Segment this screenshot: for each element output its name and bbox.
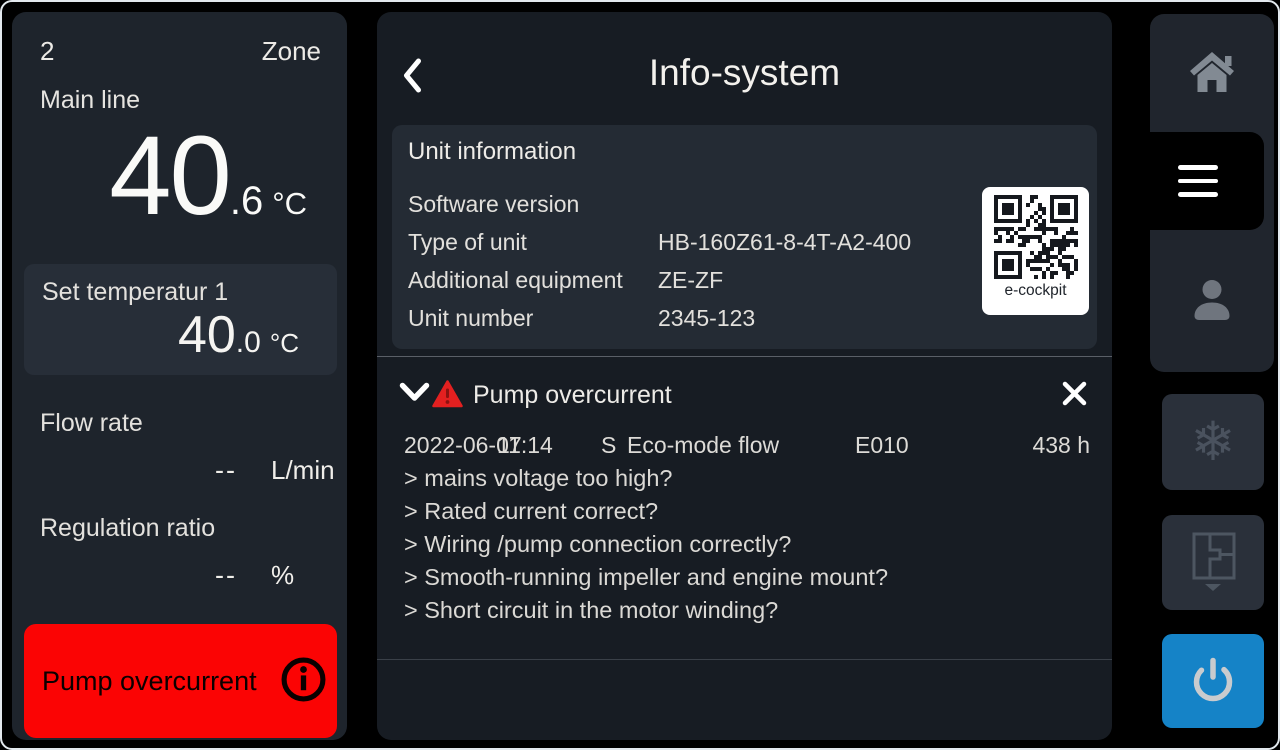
- info-system-panel: Info-system Unit information Software ve…: [377, 12, 1112, 740]
- power-icon: [1189, 656, 1237, 707]
- device-screen: 2 Zone Main line 40 .6 °C Set temperatur…: [0, 0, 1280, 750]
- divider: [377, 659, 1112, 660]
- flow-rate-label: Flow rate: [40, 409, 143, 438]
- line-label: Main line: [40, 86, 140, 115]
- e-cockpit-qr-code[interactable]: e-cockpit: [982, 187, 1089, 315]
- home-icon: [1188, 50, 1236, 97]
- main-temp-integer: 40: [109, 120, 230, 232]
- unit-information-section: Unit information Software version Type o…: [392, 125, 1097, 349]
- main-temp-decimal: .6: [230, 181, 263, 221]
- collapse-alarm-button[interactable]: [397, 380, 432, 408]
- alarm-title: Pump overcurrent: [473, 381, 672, 410]
- qr-caption: e-cockpit: [1004, 282, 1066, 300]
- check-item: > Wiring /pump connection correctly?: [404, 528, 888, 561]
- row-label: Software version: [408, 191, 658, 218]
- row-value: ZE-ZF: [658, 267, 967, 294]
- info-icon: [280, 656, 327, 706]
- pump-overcurrent-alarm-button[interactable]: Pump overcurrent: [24, 624, 337, 738]
- qr-code-icon: [994, 195, 1078, 279]
- set-temperature-label: Set temperatur 1: [42, 278, 299, 307]
- check-item: > Smooth-running impeller and engine mou…: [404, 561, 888, 594]
- check-item: > Short circuit in the motor winding?: [404, 594, 888, 627]
- unit-info-row: Additional equipment ZE-ZF: [408, 261, 967, 299]
- row-label: Type of unit: [408, 229, 658, 256]
- alarm-time: 11:14: [497, 432, 553, 459]
- row-value: 2345-123: [658, 305, 967, 332]
- alarm-meta-row: 2022-06-07 11:14 S Eco-mode flow E010 43…: [377, 432, 1112, 460]
- regulation-ratio-value: --: [32, 560, 237, 591]
- power-button[interactable]: [1162, 634, 1264, 728]
- alarm-detail-header: Pump overcurrent: [377, 374, 1112, 416]
- unit-info-row: Unit number 2345-123: [408, 299, 967, 337]
- check-item: > mains voltage too high?: [404, 462, 888, 495]
- row-label: Unit number: [408, 305, 658, 332]
- mold-button[interactable]: [1162, 515, 1264, 610]
- unit-information-title: Unit information: [408, 138, 576, 166]
- home-button[interactable]: [1150, 16, 1274, 130]
- regulation-ratio-unit: %: [271, 560, 294, 591]
- unit-info-row: Software version: [408, 185, 967, 223]
- user-icon: [1192, 277, 1232, 325]
- flow-rate-row: -- L/min: [32, 455, 347, 486]
- flow-rate-value: --: [32, 455, 237, 486]
- zone-number: 2: [40, 36, 54, 67]
- set-temp-unit: °C: [270, 330, 299, 356]
- zone-header: 2 Zone: [40, 36, 321, 67]
- menu-icon: [1178, 165, 1218, 170]
- divider: [377, 356, 1112, 357]
- alarm-button-label: Pump overcurrent: [42, 666, 257, 697]
- unit-info-row: Type of unit HB-160Z61-8-4T-A2-400: [408, 223, 967, 261]
- snowflake-icon: ❄: [1190, 415, 1235, 469]
- unit-information-rows: Software version Type of unit HB-160Z61-…: [408, 185, 967, 337]
- alarm-operating-hours: 438 h: [1032, 432, 1090, 459]
- main-temperature-value: 40 .6 °C: [109, 120, 307, 232]
- page-title: Info-system: [377, 52, 1112, 94]
- set-temp-decimal: .0: [236, 328, 261, 358]
- row-value: HB-160Z61-8-4T-A2-400: [658, 229, 967, 256]
- regulation-ratio-row: -- %: [32, 560, 347, 591]
- row-label: Additional equipment: [408, 267, 658, 294]
- close-icon: [1061, 395, 1088, 410]
- zone-label: Zone: [262, 36, 321, 67]
- close-alarm-button[interactable]: [1059, 378, 1090, 412]
- main-temp-unit: °C: [272, 188, 307, 219]
- chevron-down-icon: [399, 391, 430, 406]
- warning-triangle-icon: [432, 380, 463, 413]
- menu-button-active[interactable]: [1132, 132, 1264, 230]
- regulation-ratio-label: Regulation ratio: [40, 514, 215, 543]
- mold-icon: [1186, 530, 1240, 595]
- zone-panel: 2 Zone Main line 40 .6 °C Set temperatur…: [12, 12, 347, 740]
- cooling-button[interactable]: ❄: [1162, 394, 1264, 490]
- check-item: > Rated current correct?: [404, 495, 888, 528]
- set-temp-integer: 40: [178, 309, 236, 361]
- alarm-check-list: > mains voltage too high? > Rated curren…: [404, 462, 888, 627]
- user-button[interactable]: [1150, 242, 1274, 360]
- alarm-error-code: E010: [855, 432, 909, 459]
- alarm-status-flag: S: [601, 432, 616, 459]
- flow-rate-unit: L/min: [271, 455, 335, 486]
- alarm-mode: Eco-mode flow: [627, 432, 779, 459]
- set-temperature-value: 40 .0 °C: [42, 309, 299, 361]
- set-temperature-box[interactable]: Set temperatur 1 40 .0 °C: [24, 264, 337, 375]
